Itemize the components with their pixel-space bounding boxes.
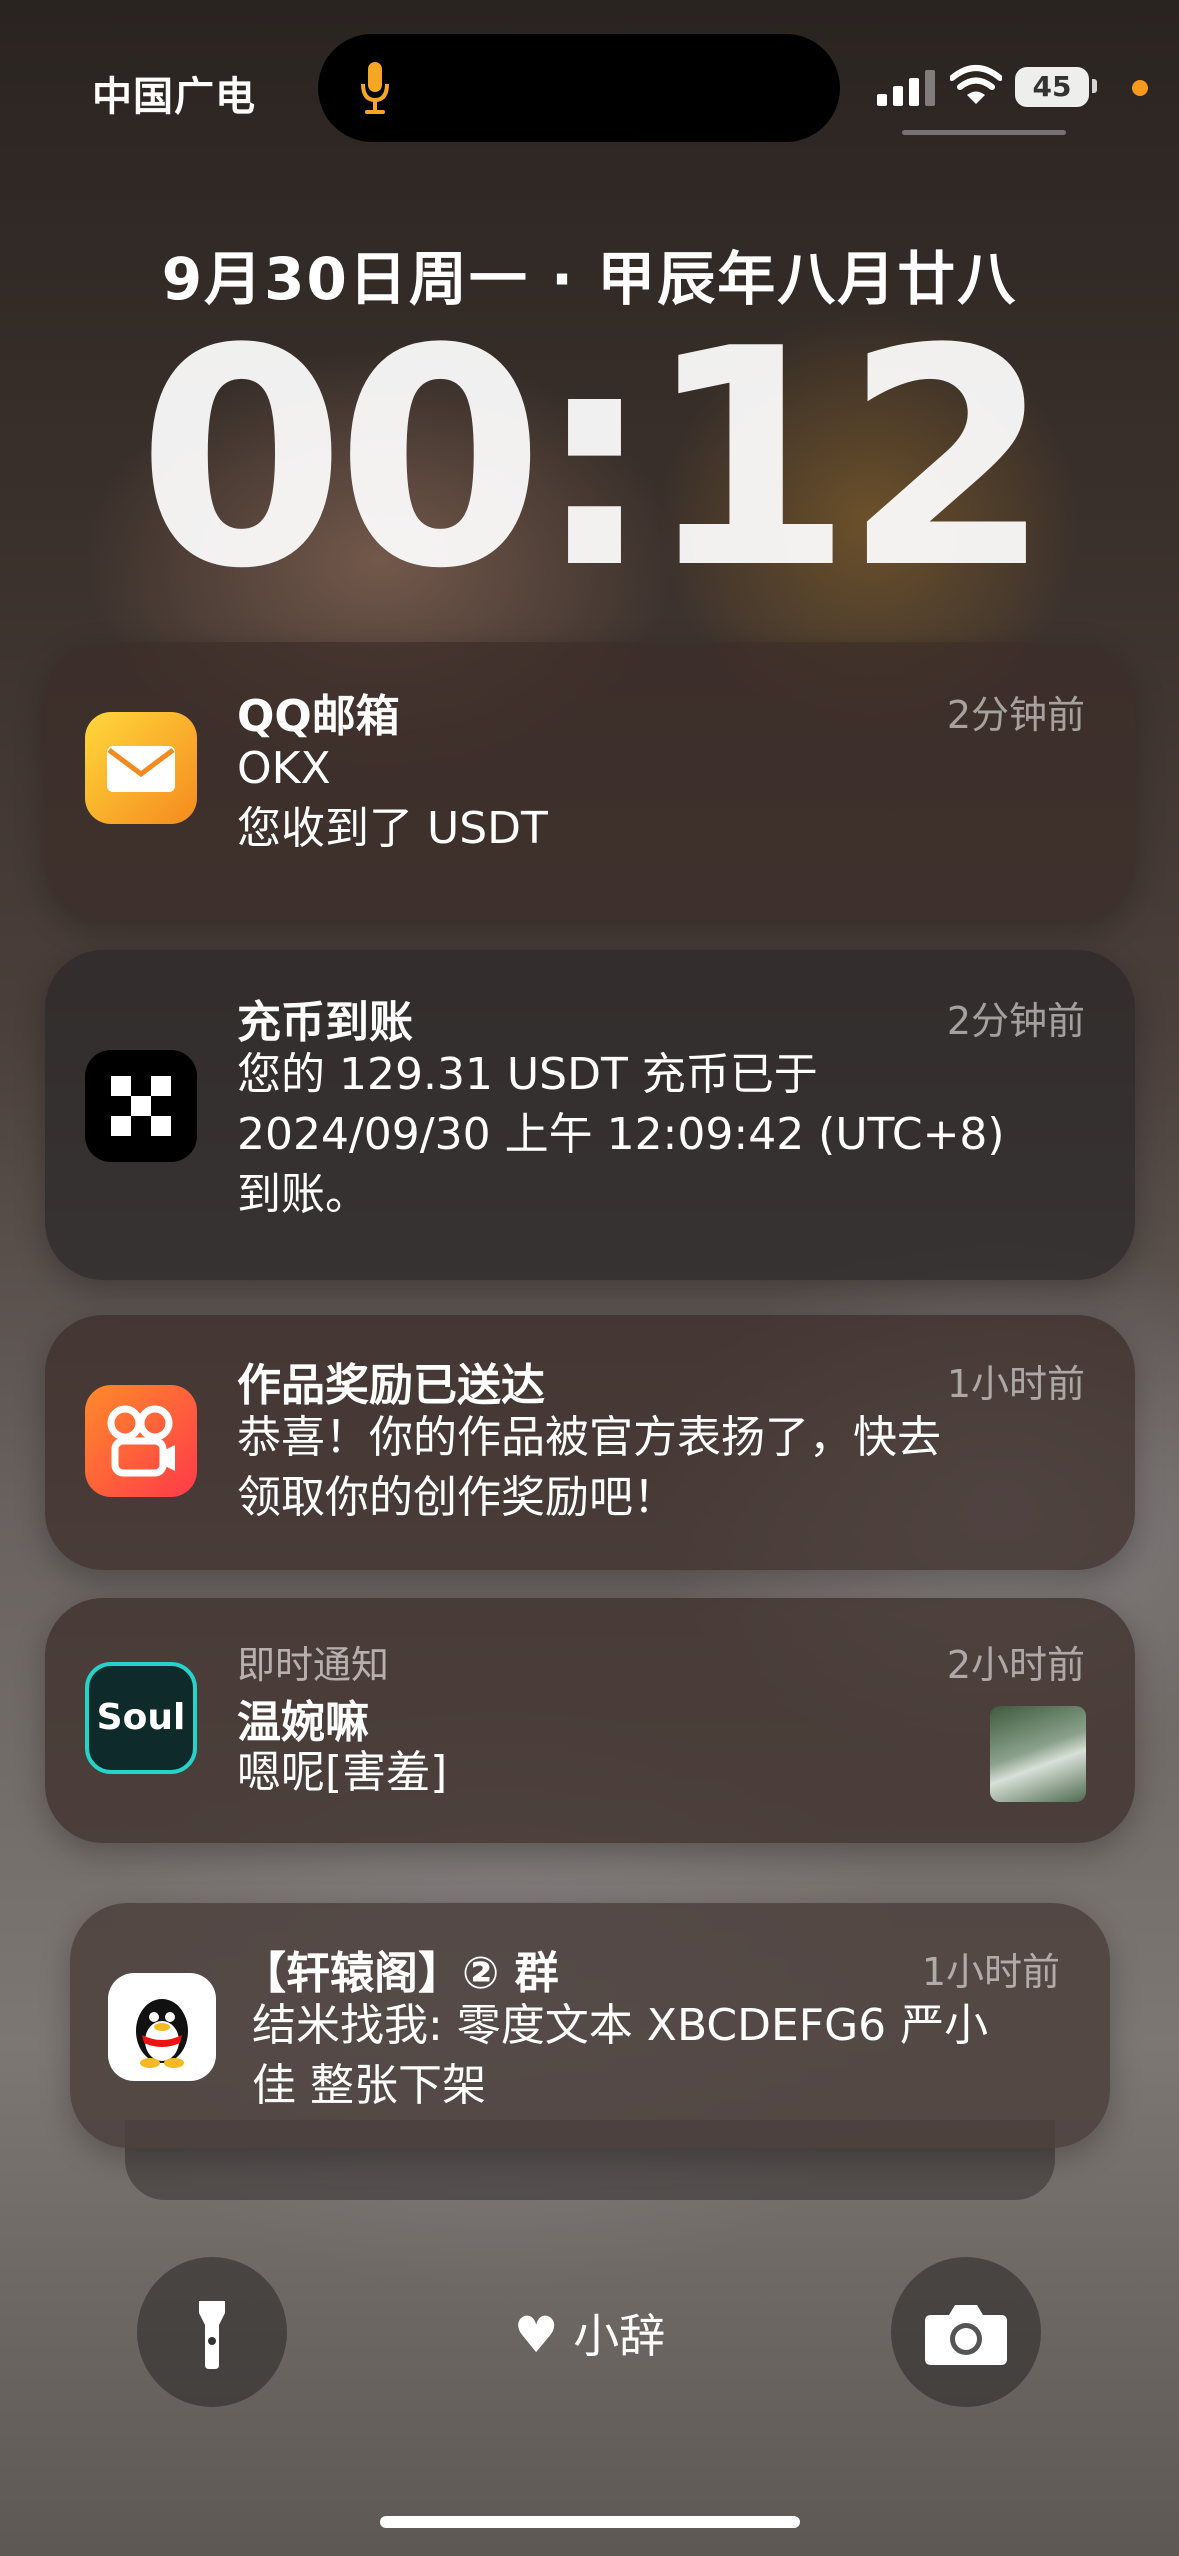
cellular-signal-icon [877, 70, 935, 106]
notification-body-line: 恭喜！你的作品被官方表扬了，快去 [237, 1412, 941, 1463]
notification-app-name: 作品奖励已送达 [237, 1360, 545, 1411]
notification-body-line: 佳 整张下架 [252, 2060, 486, 2111]
dynamic-island[interactable] [318, 34, 840, 142]
notification-qq-mail[interactable]: QQ邮箱 2分钟前 OKX 您收到了 USDT [45, 642, 1135, 920]
notification-app-name: QQ邮箱 [237, 691, 400, 742]
notification-body-line: 领取你的创作奖励吧！ [237, 1472, 677, 1523]
notification-okx-deposit[interactable]: 充币到账 2分钟前 您的 129.31 USDT 充币已于 2024/09/30… [45, 950, 1135, 1280]
microphone-icon [361, 62, 389, 114]
soul-app-icon: Soul [85, 1662, 197, 1774]
camera-icon [925, 2305, 1007, 2365]
notification-category: 即时通知 [237, 1643, 390, 1687]
notification-time: 1小时前 [921, 1950, 1060, 1994]
notification-app-name: 【轩辕阁】② 群 [242, 1948, 559, 1999]
qq-app-icon [108, 1973, 216, 2081]
carrier-name: 中国广电 [92, 74, 256, 120]
notification-body-line: 2024/09/30 上午 12:09:42 (UTC+8) [237, 1109, 1005, 1160]
heart-icon: ♥ [513, 2306, 559, 2364]
home-indicator[interactable] [380, 2516, 800, 2528]
notification-qq-group[interactable]: 【轩辕阁】② 群 1小时前 结米找我: 零度文本 XBCDEFG6 严小 佳 整… [70, 1903, 1110, 2148]
notification-time: 2小时前 [946, 1643, 1085, 1687]
notification-time: 2分钟前 [946, 693, 1085, 737]
notification-time: 2分钟前 [946, 999, 1085, 1043]
qq-mail-app-icon [85, 712, 197, 824]
notification-body-line: 您的 129.31 USDT 充币已于 [237, 1049, 818, 1100]
soul-logo-text: Soul [96, 1697, 186, 1738]
wifi-icon [950, 65, 1002, 104]
battery-tip [1092, 79, 1097, 93]
message-photo-thumbnail [990, 1706, 1086, 1802]
control-center-indicator[interactable] [902, 130, 1066, 135]
envelope-icon [107, 746, 175, 792]
notification-sender: 温婉嘛 [237, 1697, 369, 1748]
notification-title: OKX [237, 743, 331, 794]
notification-time: 1小时前 [946, 1362, 1085, 1406]
notification-app-name: 充币到账 [237, 997, 413, 1048]
kuaishou-app-icon [85, 1385, 197, 1497]
video-camera-icon [107, 1405, 175, 1477]
notification-kuaishou-reward[interactable]: 作品奖励已送达 1小时前 恭喜！你的作品被官方表扬了，快去 领取你的创作奖励吧！ [45, 1315, 1135, 1570]
okx-app-icon [85, 1050, 197, 1162]
battery-indicator: 45 [1015, 67, 1089, 107]
notification-body: 您收到了 USDT [237, 803, 548, 854]
notification-body-line: 到账。 [237, 1169, 369, 1220]
notification-soul-message[interactable]: Soul 即时通知 2小时前 温婉嘛 嗯呢[害羞] [45, 1598, 1135, 1843]
camera-button[interactable] [891, 2257, 1041, 2407]
status-bar: 中国广电 45 [0, 0, 1179, 170]
qq-penguin-icon [136, 1999, 188, 2068]
lock-time: 00:12 [137, 285, 1052, 634]
okx-logo-icon [111, 1076, 171, 1136]
widget-label: 小辞 [573, 2309, 666, 2363]
notification-body: 嗯呢[害羞] [237, 1747, 448, 1798]
notification-body-line: 结米找我: 零度文本 XBCDEFG6 严小 [252, 2000, 989, 2051]
microphone-in-use-dot [1132, 80, 1148, 96]
